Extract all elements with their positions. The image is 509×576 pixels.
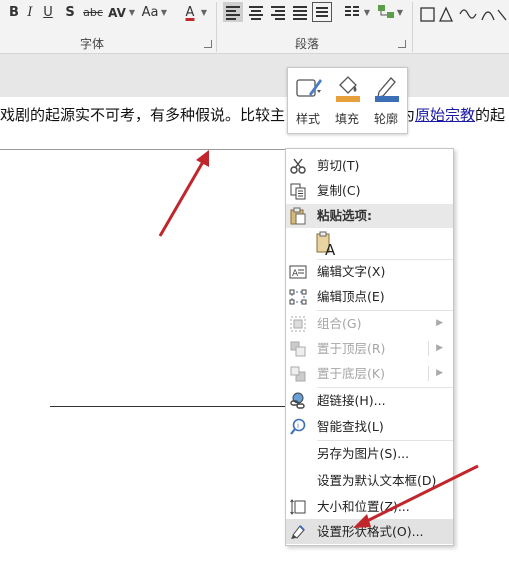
annotation-arrow bbox=[353, 464, 479, 528]
annotation-arrow bbox=[158, 150, 209, 237]
annotation-arrows bbox=[158, 150, 479, 528]
